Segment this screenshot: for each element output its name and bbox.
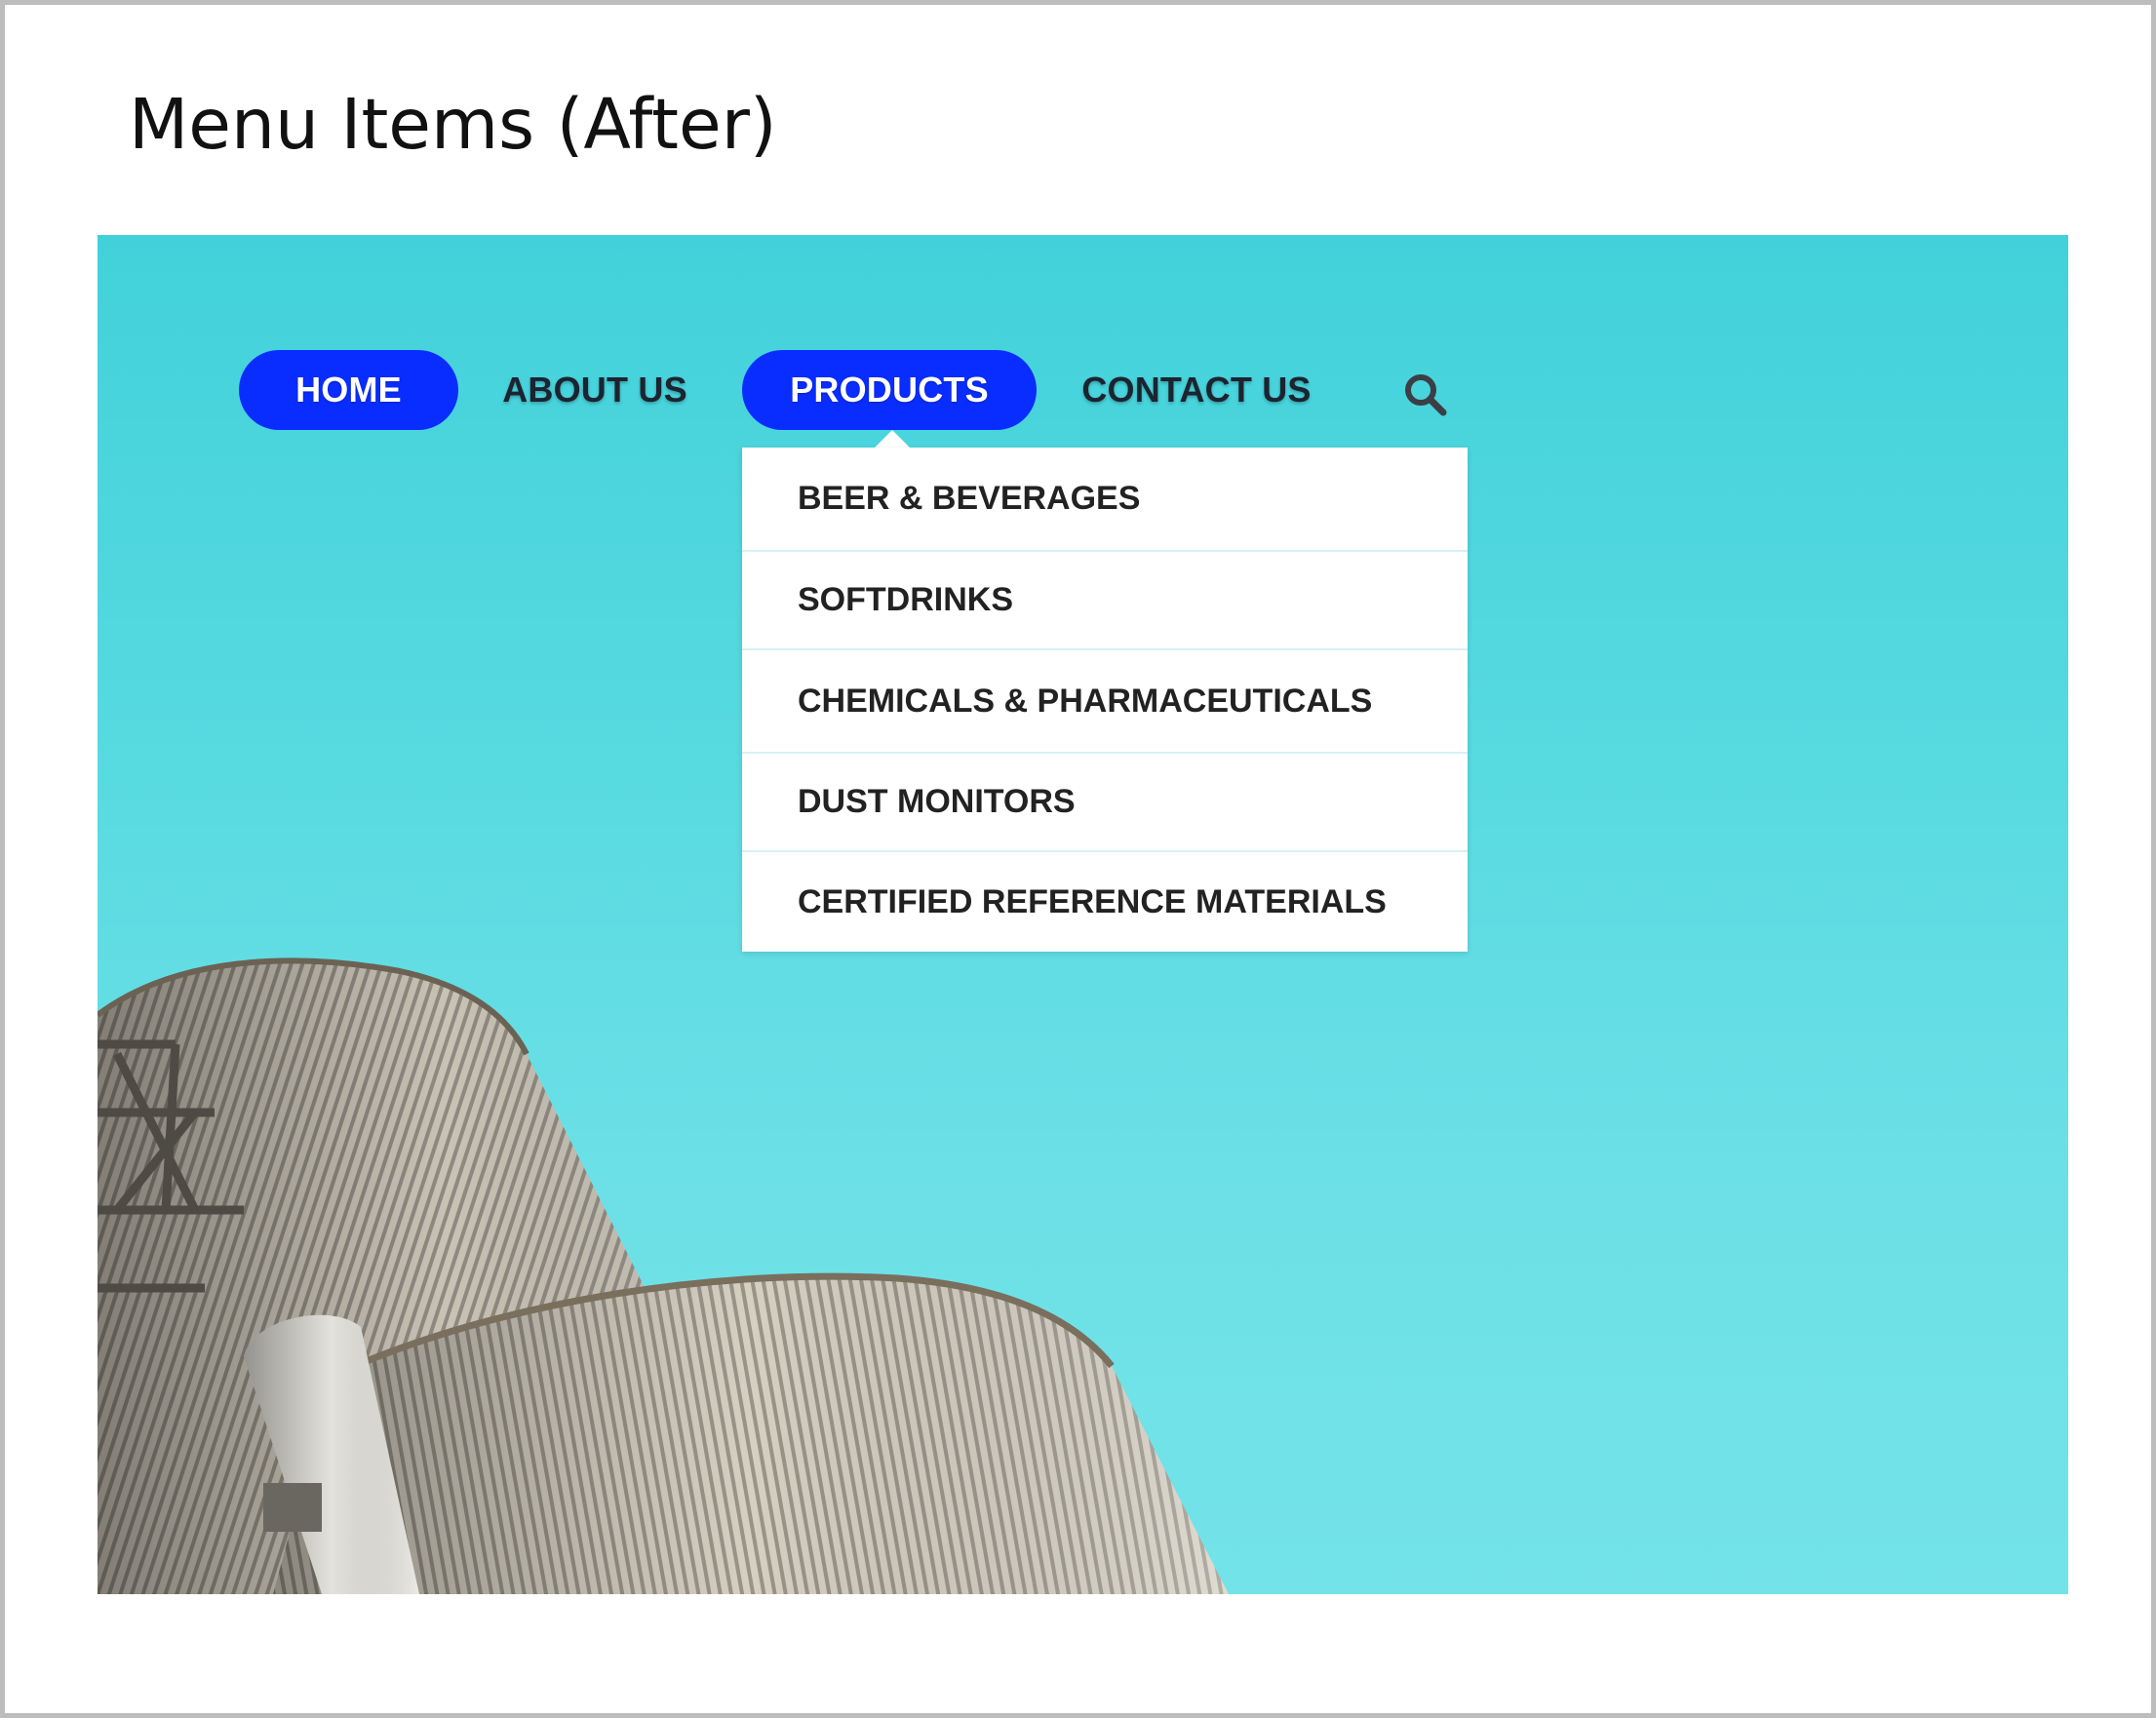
dropdown-item-softdrinks[interactable]: SOFTDRINKS (742, 550, 1468, 648)
slide-frame: Menu Items (After) HOME ABOUT US PRODUCT… (0, 0, 2156, 1718)
slide-title: Menu Items (After) (129, 84, 777, 165)
nav-contact-us[interactable]: CONTACT US (1076, 350, 1317, 430)
dropdown-item-beer-beverages[interactable]: BEER & BEVERAGES (742, 448, 1468, 550)
dropdown-item-dust-monitors[interactable]: DUST MONITORS (742, 752, 1468, 850)
main-nav: HOME ABOUT US PRODUCTS CONTACT US (98, 235, 2068, 430)
website-hero-screenshot: HOME ABOUT US PRODUCTS CONTACT US BEER &… (98, 235, 2068, 1594)
search-icon[interactable] (1400, 370, 1449, 418)
nav-about-us[interactable]: ABOUT US (497, 350, 692, 430)
dropdown-item-chemicals-pharmaceuticals[interactable]: CHEMICALS & PHARMACEUTICALS (742, 648, 1468, 752)
nav-home[interactable]: HOME (239, 350, 458, 430)
products-dropdown-menu: BEER & BEVERAGES SOFTDRINKS CHEMICALS & … (742, 448, 1468, 952)
dropdown-caret (875, 430, 910, 448)
dropdown-item-certified-reference-materials[interactable]: CERTIFIED REFERENCE MATERIALS (742, 850, 1468, 952)
nav-products[interactable]: PRODUCTS (742, 350, 1037, 430)
